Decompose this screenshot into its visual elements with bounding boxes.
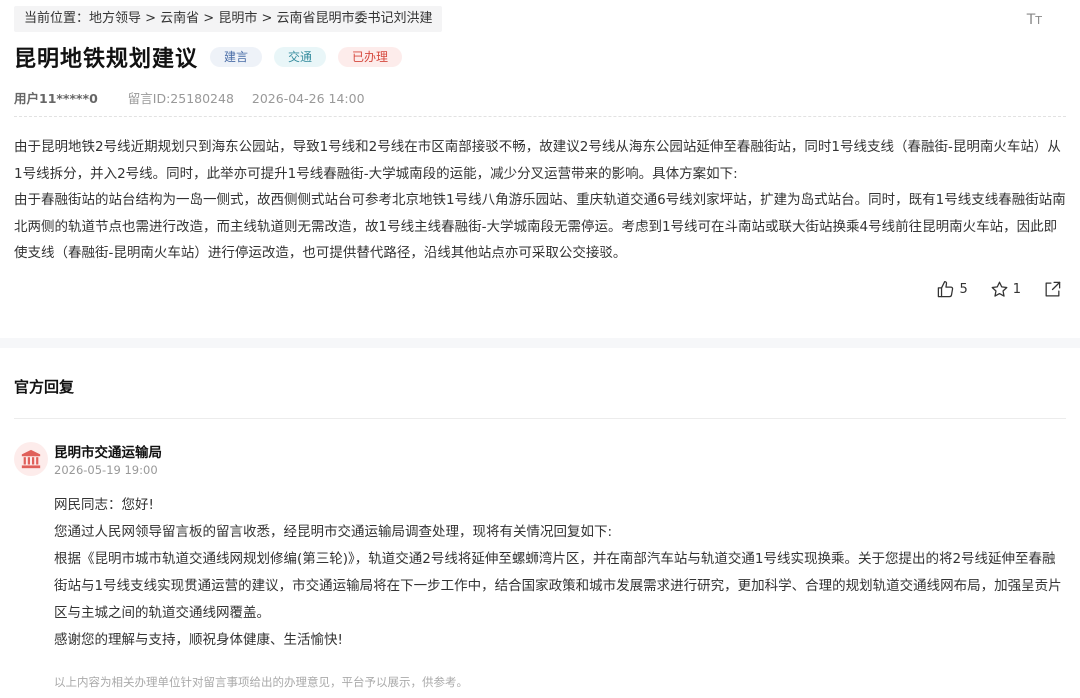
like-count: 5 — [959, 282, 968, 297]
divider — [14, 418, 1066, 419]
favorite-count: 1 — [1012, 282, 1021, 297]
post-user: 用户11*****0 — [14, 91, 98, 106]
share-icon — [1045, 281, 1061, 297]
reply-paragraph: 您通过人民网领导留言板的留言收悉，经昆明市交通运输局调查处理，现将有关情况回复如… — [54, 524, 613, 540]
reply-content: 网民同志：您好! 您通过人民网领导留言板的留言收悉，经昆明市交通运输局调查处理，… — [54, 492, 1068, 654]
font-size-big-glyph: T — [1026, 12, 1036, 28]
avatar — [14, 442, 48, 476]
font-size-icon[interactable]: TT — [1027, 12, 1042, 28]
post-datetime: 2026-04-26 14:00 — [251, 91, 365, 106]
message-id: 留言ID:25180248 — [127, 91, 234, 106]
reply-paragraph: 感谢您的理解与支持，顺祝身体健康、生活愉快! — [54, 632, 343, 648]
section-title: 官方回复 — [14, 378, 75, 396]
status-badge: 已办理 — [338, 47, 403, 67]
tag-field: 交通 — [274, 47, 327, 67]
post-meta: 用户11*****0 留言ID:25180248 2026-04-26 14:0… — [14, 88, 365, 107]
post-content: 由于昆明地铁2号线近期规划只到海东公园站，导致1号线和2号线在市区南部接驳不畅，… — [14, 134, 1068, 267]
disclaimer: 以上内容为相关办理单位针对留言事项给出的办理意见，平台予以展示，供参考。 — [54, 675, 468, 689]
divider — [14, 116, 1066, 117]
star-icon — [991, 281, 1008, 297]
favorite-button[interactable]: 1 — [990, 280, 1021, 299]
post-actions: 5 1 — [914, 280, 1066, 299]
reply-date: 2026-05-19 19:00 — [54, 463, 158, 477]
font-size-small-glyph: T — [1035, 14, 1042, 27]
post-paragraph: 由于春融街站的站台结构为一岛一侧式，故西侧侧式站台可参考北京地铁1号线八角游乐园… — [14, 192, 1066, 261]
section-separator — [0, 338, 1080, 348]
thumbs-up-icon — [938, 280, 954, 298]
government-building-icon — [21, 449, 41, 469]
reply-paragraph: 网民同志：您好! — [54, 497, 154, 513]
reply-paragraph: 根据《昆明市城市轨道交通线网规划修编(第三轮)》，轨道交通2号线将延伸至螺蛳湾片… — [54, 551, 1062, 621]
post-paragraph: 由于昆明地铁2号线近期规划只到海东公园站，导致1号线和2号线在市区南部接驳不畅，… — [14, 139, 1061, 182]
breadcrumb[interactable]: 当前位置：地方领导 > 云南省 > 昆明市 > 云南省昆明市委书记刘洪建 — [14, 6, 443, 32]
like-button[interactable]: 5 — [936, 280, 968, 299]
share-button[interactable] — [1043, 280, 1066, 299]
tag-category: 建言 — [210, 47, 263, 67]
title-row: 昆明地铁规划建议 建言 交通 已办理 — [14, 40, 403, 74]
page-title: 昆明地铁规划建议 — [14, 47, 199, 72]
reply-org-name: 昆明市交通运输局 — [54, 445, 162, 461]
message-detail-page: 当前位置：地方领导 > 云南省 > 昆明市 > 云南省昆明市委书记刘洪建 TT … — [0, 0, 1080, 698]
